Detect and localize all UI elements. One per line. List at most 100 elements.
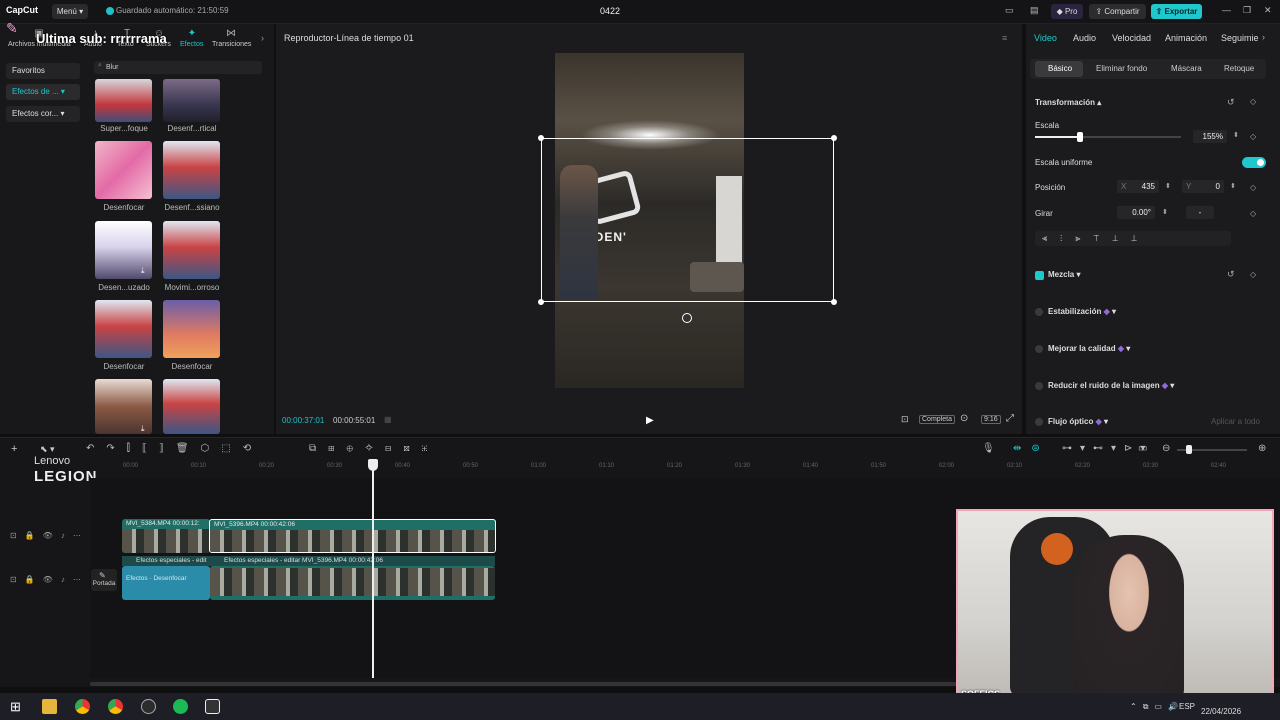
shortcuts-icon[interactable]: ▤ xyxy=(1030,5,1039,16)
subtab-retouch[interactable]: Retoque xyxy=(1224,64,1254,73)
blend-checkbox[interactable] xyxy=(1035,271,1044,280)
zoom-slider-knob[interactable] xyxy=(1186,445,1192,454)
category-effects-2[interactable]: Efectos cor... ▾ xyxy=(6,106,80,122)
track2-controls[interactable]: ⊡🔒👁♪⋯ xyxy=(10,575,89,584)
capcut-taskbar-icon[interactable] xyxy=(205,699,220,714)
scale-input[interactable]: 155% xyxy=(1193,130,1227,143)
stepper-icon[interactable]: ⬍ xyxy=(1165,182,1171,190)
caption-icon[interactable]: ▭ xyxy=(1138,443,1147,454)
quality-button[interactable]: Completa xyxy=(919,415,955,424)
quality-section[interactable]: Mejorar la calidad ◆ ▾ xyxy=(1048,344,1130,353)
effect-thumb[interactable] xyxy=(163,141,220,199)
timecode-icon[interactable]: ▦ xyxy=(384,415,392,424)
tray-icons[interactable]: ⌃⧉▭🔊 xyxy=(1130,702,1184,712)
timeline-scrollbar[interactable] xyxy=(90,682,960,686)
download-icon[interactable]: ⤓ xyxy=(141,424,145,434)
play-button[interactable]: ▶ xyxy=(646,415,654,426)
rotate-flip-button[interactable]: - xyxy=(1186,206,1214,219)
flow-section[interactable]: Flujo óptico ◆ ▾ xyxy=(1048,417,1108,426)
tab-tracking[interactable]: Seguimie xyxy=(1221,33,1259,43)
reset-icon[interactable]: ↺ xyxy=(1227,97,1235,108)
rotate-input[interactable]: 0.00° xyxy=(1117,206,1155,219)
chrome-profile-icon[interactable] xyxy=(108,699,123,714)
chevron-right-icon[interactable]: › xyxy=(261,33,264,43)
keyframe-icon[interactable]: ◇ xyxy=(1250,183,1256,192)
noise-section[interactable]: Reducir el ruido de la imagen ◆ ▾ xyxy=(1048,381,1174,390)
zoom-in-icon[interactable]: ⊕ xyxy=(1258,443,1266,454)
zoom-out-icon[interactable]: ⊖ xyxy=(1162,443,1170,454)
stepper-icon[interactable]: ⬍ xyxy=(1233,131,1239,139)
download-icon[interactable]: ⤓ xyxy=(141,266,145,276)
project-title[interactable]: 0422 xyxy=(600,6,620,16)
fx-clip-label[interactable]: Efectos especiales - edit xyxy=(122,556,212,566)
windows-start-icon[interactable]: ⊞ xyxy=(10,699,21,715)
fx-tools-icons[interactable]: ⧉⊞⊕✧⊟⊠⁜ xyxy=(309,443,439,454)
layout-icon[interactable]: ▭ xyxy=(1005,5,1014,16)
share-button[interactable]: ⇪ Compartir xyxy=(1089,4,1146,19)
spotify-icon[interactable] xyxy=(173,699,188,714)
subtab-mask[interactable]: Máscara xyxy=(1171,64,1202,73)
microphone-icon[interactable]: 🎙 xyxy=(982,443,995,454)
tab-effects[interactable]: Efectos xyxy=(180,41,203,48)
resize-handle[interactable] xyxy=(538,299,544,305)
effect-thumb[interactable] xyxy=(163,300,220,358)
fx-clip-main[interactable] xyxy=(210,566,495,600)
fx-clip-label[interactable]: Efectos especiales - editar MVI_5396.MP4… xyxy=(210,556,495,566)
file-explorer-icon[interactable] xyxy=(42,699,57,714)
keyframe-icon[interactable]: ◇ xyxy=(1250,209,1256,218)
effect-thumb[interactable] xyxy=(163,79,220,122)
flow-checkbox[interactable] xyxy=(1035,418,1043,426)
effect-thumb[interactable] xyxy=(95,300,152,358)
clip-mvi5396[interactable]: MVI_5396.MP4 00:00:42:06 xyxy=(209,519,496,553)
position-y-input[interactable]: Y0 xyxy=(1182,180,1224,193)
add-icon[interactable]: + xyxy=(11,443,17,455)
uniform-scale-toggle[interactable] xyxy=(1242,157,1266,168)
stabilize-section[interactable]: Estabilización ◆ ▾ xyxy=(1048,307,1116,316)
effect-thumb[interactable] xyxy=(95,141,152,199)
ratio-button[interactable]: 9:16 xyxy=(981,415,1001,424)
resize-handle[interactable] xyxy=(831,299,837,305)
playhead-handle[interactable] xyxy=(368,459,378,471)
effects-search-input[interactable]: Blur xyxy=(94,61,262,74)
stepper-icon[interactable]: ⬍ xyxy=(1162,208,1168,216)
subtab-basic[interactable]: Básico xyxy=(1048,64,1072,73)
tab-video[interactable]: Video xyxy=(1034,33,1057,43)
track1-controls[interactable]: ⊡🔒👁♪⋯ xyxy=(10,531,89,540)
playhead[interactable] xyxy=(372,460,374,678)
tab-transitions[interactable]: Transiciones xyxy=(212,41,251,48)
clip-mvi5384[interactable]: MVI_5384.MP4 00:00:12: xyxy=(122,519,210,553)
resize-handle[interactable] xyxy=(831,135,837,141)
stabilize-checkbox[interactable] xyxy=(1035,308,1043,316)
chrome-icon[interactable] xyxy=(75,699,90,714)
fullscreen-icon[interactable]: ⤢ xyxy=(1006,413,1014,424)
maximize-icon[interactable]: ❐ xyxy=(1243,5,1251,16)
blend-section[interactable]: Mezcla ▾ xyxy=(1048,270,1080,279)
resize-handle[interactable] xyxy=(538,135,544,141)
tray-date[interactable]: 22/04/2026 xyxy=(1201,707,1241,716)
keyframe-icon[interactable]: ◇ xyxy=(1250,270,1256,279)
tab-speed[interactable]: Velocidad xyxy=(1112,33,1151,43)
minimize-icon[interactable]: — xyxy=(1222,5,1231,15)
select-tool-icon[interactable]: ⬉ ▾ xyxy=(40,444,55,455)
quality-checkbox[interactable] xyxy=(1035,345,1043,353)
rotate-handle-icon[interactable] xyxy=(682,313,692,323)
export-button[interactable]: ⇧ Exportar xyxy=(1151,4,1202,19)
link-icons[interactable]: ⇹⊜ xyxy=(1013,443,1050,454)
effects-tab-icon[interactable]: ✦ xyxy=(177,28,207,39)
noise-checkbox[interactable] xyxy=(1035,382,1043,390)
close-icon[interactable]: ✕ xyxy=(1264,5,1272,16)
effect-thumb[interactable] xyxy=(95,79,152,122)
tab-audio-props[interactable]: Audio xyxy=(1073,33,1096,43)
tray-language[interactable]: ESP xyxy=(1179,702,1195,711)
stepper-icon[interactable]: ⬍ xyxy=(1230,182,1236,190)
position-x-input[interactable]: X 435 xyxy=(1117,180,1159,193)
fx-clip-desenfocar[interactable]: Efectos · Desenfocar xyxy=(122,566,210,600)
selection-box[interactable] xyxy=(541,138,834,302)
category-favorites[interactable]: Favoritos xyxy=(6,63,80,79)
transform-section[interactable]: Transformación ▴ xyxy=(1035,98,1101,107)
player-menu-icon[interactable]: ≡ xyxy=(1002,33,1007,43)
tab-animation[interactable]: Animación xyxy=(1165,33,1207,43)
chevron-right-icon[interactable]: › xyxy=(1262,32,1265,42)
pro-button[interactable]: ◆ Pro xyxy=(1051,4,1083,19)
menu-button[interactable]: Menú ▾ xyxy=(52,4,88,19)
